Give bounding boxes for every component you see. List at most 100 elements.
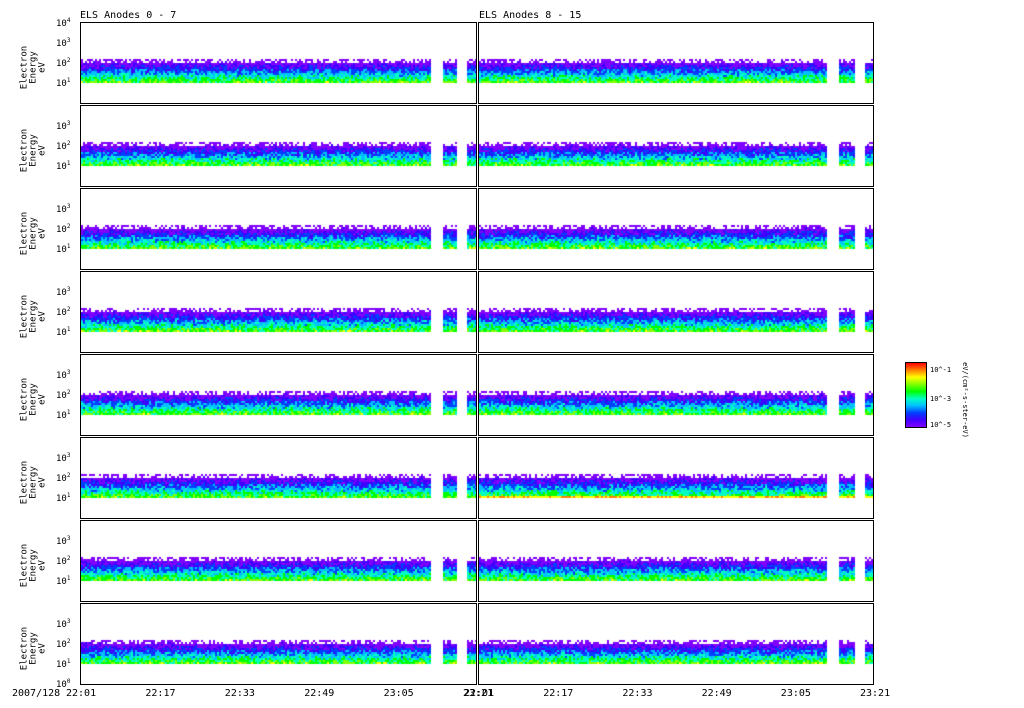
colorbar-tick: 10^-1	[930, 366, 952, 374]
y-tick-label: 102	[56, 472, 71, 484]
y-tick-label: 101	[56, 243, 71, 255]
y-axis-label: Electron Energy eV	[19, 443, 48, 523]
colorbar-tick: 10^-3	[930, 395, 952, 403]
y-axis-label: Electron Energy eV	[19, 111, 48, 191]
y-tick-label: 103	[56, 37, 71, 49]
y-axis-units: eV	[37, 228, 48, 239]
x-tick-label: 22:49	[304, 688, 335, 699]
spectrogram-figure: ELS Anodes 0 - 7 ELS Anodes 8 - 15 2007/…	[0, 0, 1024, 708]
spectrogram-image	[81, 438, 476, 518]
y-tick-label: 101	[56, 77, 71, 89]
spectrogram-panel	[478, 520, 874, 602]
spectrogram-panel	[478, 188, 874, 270]
x-tick-label: 23:05	[383, 688, 414, 699]
x-tick-label: 22:01	[464, 688, 495, 699]
y-tick-label: 101	[56, 658, 71, 670]
y-tick-label: 102	[56, 306, 71, 318]
spectrogram-panel	[478, 603, 874, 685]
y-axis-units: eV	[37, 560, 48, 571]
spectrogram-image	[81, 106, 476, 186]
spectrogram-panel	[478, 437, 874, 519]
title-right: ELS Anodes 8 - 15	[479, 10, 582, 21]
y-axis-label: Electron Energy eV	[19, 28, 48, 108]
y-tick-label: 101	[56, 409, 71, 421]
y-axis-label: Electron Energy eV	[19, 526, 48, 606]
y-axis-title: Electron Energy	[19, 211, 39, 256]
x-tick-label: 22:17	[543, 688, 574, 699]
y-axis-title: Electron Energy	[19, 294, 39, 339]
spectrogram-image	[479, 521, 873, 601]
colorbar-label: eV/(cm²-s-ster-eV)	[961, 362, 969, 438]
spectrogram-image	[479, 438, 873, 518]
y-tick-label: 102	[56, 638, 71, 650]
spectrogram-panel	[80, 437, 477, 519]
y-axis-title: Electron Energy	[19, 626, 39, 671]
spectrogram-panel	[478, 354, 874, 436]
y-tick-label: 103	[56, 286, 71, 298]
spectrogram-panel	[80, 354, 477, 436]
y-axis-label: Electron Energy eV	[19, 194, 48, 274]
x-tick-label: 23:21	[860, 688, 891, 699]
spectrogram-panel	[80, 105, 477, 187]
y-tick-label: 102	[56, 389, 71, 401]
colorbar-tick: 10^-5	[930, 421, 952, 429]
spectrogram-image	[81, 604, 476, 684]
spectrogram-image	[81, 355, 476, 435]
y-tick-label: 104	[56, 17, 71, 29]
y-tick-label: 101	[56, 326, 71, 338]
y-tick-label: 103	[56, 369, 71, 381]
x-tick-label: 22:33	[224, 688, 255, 699]
y-tick-label: 102	[56, 555, 71, 567]
spectrogram-panel	[80, 188, 477, 270]
spectrogram-image	[81, 272, 476, 352]
y-axis-label: Electron Energy eV	[19, 609, 48, 689]
spectrogram-panel	[478, 105, 874, 187]
spectrogram-image	[479, 189, 873, 269]
y-axis-title: Electron Energy	[19, 543, 39, 588]
spectrogram-image	[479, 604, 873, 684]
spectrogram-image	[479, 106, 873, 186]
spectrogram-image	[479, 23, 873, 103]
colorbar	[905, 362, 927, 428]
y-tick-label: 102	[56, 140, 71, 152]
x-tick-label: 22:33	[622, 688, 653, 699]
y-tick-label: 103	[56, 203, 71, 215]
y-tick-label: 103	[56, 535, 71, 547]
y-axis-units: eV	[37, 477, 48, 488]
y-tick-label: 100	[56, 678, 71, 690]
spectrogram-panel	[478, 22, 874, 104]
y-tick-label: 101	[56, 575, 71, 587]
y-axis-units: eV	[37, 62, 48, 73]
y-axis-title: Electron Energy	[19, 45, 39, 90]
x-tick-label: 22:49	[701, 688, 732, 699]
spectrogram-panel	[80, 271, 477, 353]
date-label: 2007/128	[12, 688, 61, 699]
spectrogram-image	[479, 272, 873, 352]
spectrogram-panel	[80, 520, 477, 602]
spectrogram-image	[81, 189, 476, 269]
y-axis-units: eV	[37, 145, 48, 156]
y-tick-label: 103	[56, 120, 71, 132]
y-axis-title: Electron Energy	[19, 128, 39, 173]
y-axis-title: Electron Energy	[19, 460, 39, 505]
y-tick-label: 102	[56, 57, 71, 69]
y-axis-units: eV	[37, 394, 48, 405]
spectrogram-image	[81, 23, 476, 103]
title-left: ELS Anodes 0 - 7	[80, 10, 177, 21]
y-axis-label: Electron Energy eV	[19, 360, 48, 440]
spectrogram-panel	[478, 271, 874, 353]
spectrogram-image	[479, 355, 873, 435]
spectrogram-panel	[80, 603, 477, 685]
y-axis-title: Electron Energy	[19, 377, 39, 422]
x-tick-label: 22:01	[66, 688, 97, 699]
spectrogram-panel	[80, 22, 477, 104]
spectrogram-image	[81, 521, 476, 601]
y-tick-label: 103	[56, 618, 71, 630]
y-axis-units: eV	[37, 643, 48, 654]
y-axis-label: Electron Energy eV	[19, 277, 48, 357]
y-tick-label: 103	[56, 452, 71, 464]
y-tick-label: 101	[56, 160, 71, 172]
y-axis-units: eV	[37, 311, 48, 322]
x-tick-label: 23:05	[780, 688, 811, 699]
x-tick-label: 22:17	[145, 688, 176, 699]
